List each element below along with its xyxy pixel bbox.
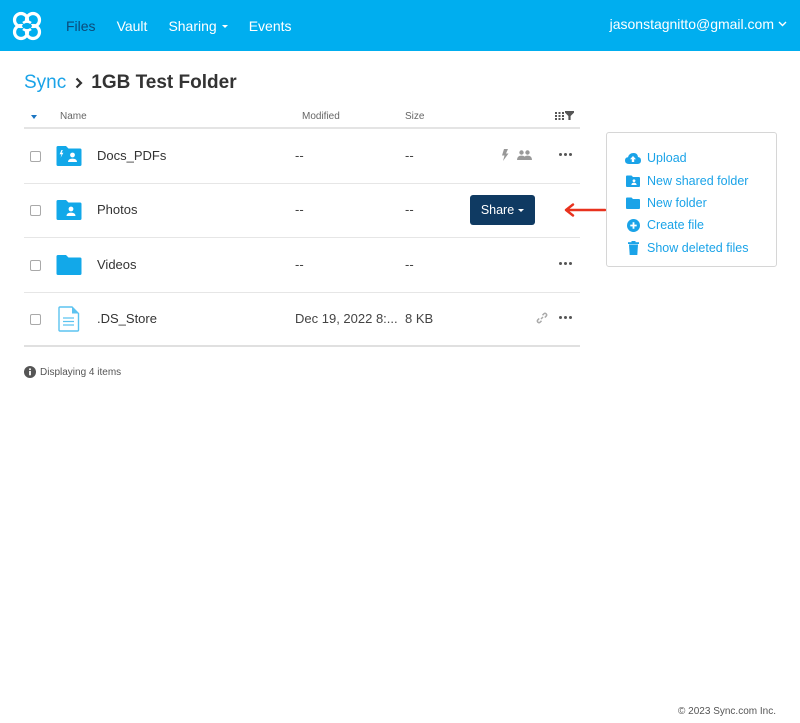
- row-checkbox[interactable]: [30, 259, 41, 271]
- sync-logo-icon[interactable]: [10, 9, 44, 43]
- shared-folder-icon: [625, 174, 641, 188]
- caret-down-icon: [518, 208, 525, 212]
- new-shared-folder-label: New shared folder: [647, 173, 749, 188]
- folder-icon: [625, 196, 641, 210]
- nav-sharing[interactable]: Sharing: [168, 17, 228, 34]
- share-button-label: Share: [480, 203, 515, 218]
- actions-panel: Upload New shared folder New folder Crea…: [606, 132, 777, 267]
- footer-copyright: © 2023 Sync.com Inc.: [678, 706, 776, 717]
- item-count-info: Displaying 4 items: [24, 366, 121, 378]
- modified-value: Dec 19, 2022 8:...: [295, 310, 398, 326]
- breadcrumb-root-link[interactable]: Sync: [24, 72, 66, 94]
- grid-icon[interactable]: [555, 111, 564, 120]
- new-folder-action[interactable]: New folder: [625, 192, 776, 214]
- create-file-action[interactable]: Create file: [625, 214, 776, 236]
- nav-events[interactable]: Events: [249, 18, 292, 34]
- link-icon[interactable]: [536, 312, 548, 324]
- modified-value: --: [295, 256, 304, 272]
- row-checkbox[interactable]: [30, 150, 41, 162]
- shared-folder-sync-icon: [56, 145, 82, 166]
- cloud-upload-icon: [625, 151, 641, 165]
- annotation-arrow-icon: [564, 203, 606, 217]
- file-name[interactable]: Photos: [97, 202, 137, 217]
- modified-value: --: [295, 147, 304, 163]
- caret-down-icon: [221, 25, 228, 29]
- size-value: --: [405, 147, 414, 163]
- more-options-button[interactable]: [559, 152, 572, 156]
- row-checkbox[interactable]: [30, 205, 41, 217]
- folder-icon: [56, 254, 82, 275]
- more-options-button[interactable]: [559, 315, 572, 319]
- user-menu[interactable]: jasonstagnitto@gmail.com: [610, 16, 787, 32]
- column-header-modified[interactable]: Modified: [302, 111, 340, 122]
- file-name[interactable]: .DS_Store: [97, 311, 157, 326]
- people-icon: [517, 150, 532, 160]
- table-header: Name Modified Size: [24, 104, 580, 129]
- size-value: --: [405, 202, 414, 218]
- size-value: --: [405, 256, 414, 272]
- item-count-text: Displaying 4 items: [40, 366, 122, 378]
- nav-vault[interactable]: Vault: [117, 18, 148, 34]
- more-options-button[interactable]: [559, 261, 572, 265]
- row-checkbox[interactable]: [30, 313, 41, 325]
- sort-caret-icon[interactable]: [31, 115, 37, 119]
- user-email: jasonstagnitto@gmail.com: [609, 16, 774, 32]
- top-navigation-bar: Files Vault Sharing Events jasonstagnitt…: [0, 0, 800, 51]
- bolt-icon: [502, 148, 509, 161]
- upload-action[interactable]: Upload: [625, 147, 776, 169]
- show-deleted-files-action[interactable]: Show deleted files: [625, 237, 776, 259]
- file-name[interactable]: Docs_PDFs: [97, 148, 166, 163]
- chevron-right-icon: [75, 77, 83, 89]
- new-folder-label: New folder: [647, 195, 707, 210]
- create-file-label: Create file: [647, 218, 704, 233]
- table-row[interactable]: Docs_PDFs -- --: [24, 129, 580, 184]
- view-tools[interactable]: [555, 111, 574, 120]
- trash-icon: [625, 240, 641, 255]
- breadcrumb: Sync 1GB Test Folder: [24, 72, 237, 94]
- modified-value: --: [295, 202, 304, 218]
- table-row[interactable]: Videos -- --: [24, 238, 580, 293]
- status-icons: [536, 312, 548, 324]
- size-value: 8 KB: [405, 310, 434, 326]
- file-table: Name Modified Size Docs_PDFs -- -- Photo…: [24, 104, 606, 347]
- table-row[interactable]: Photos -- -- Share: [24, 184, 606, 238]
- show-deleted-files-label: Show deleted files: [647, 240, 749, 255]
- table-row[interactable]: .DS_Store Dec 19, 2022 8:... 8 KB: [24, 293, 580, 347]
- plus-circle-icon: [625, 218, 641, 232]
- main-nav: Files Vault Sharing Events: [66, 0, 313, 51]
- column-header-size[interactable]: Size: [405, 111, 424, 122]
- nav-sharing-label: Sharing: [168, 17, 217, 34]
- column-header-name[interactable]: Name: [60, 111, 87, 122]
- status-icons: [501, 148, 532, 161]
- breadcrumb-current: 1GB Test Folder: [91, 72, 237, 93]
- filter-icon[interactable]: [565, 111, 574, 120]
- file-document-icon: [58, 306, 80, 332]
- info-icon: [24, 366, 36, 378]
- upload-label: Upload: [647, 151, 687, 166]
- new-shared-folder-action[interactable]: New shared folder: [625, 169, 776, 191]
- file-name[interactable]: Videos: [97, 257, 137, 272]
- share-button[interactable]: Share: [470, 195, 535, 226]
- chevron-down-icon: [778, 21, 787, 27]
- shared-folder-icon: [56, 200, 82, 221]
- nav-files[interactable]: Files: [66, 18, 96, 34]
